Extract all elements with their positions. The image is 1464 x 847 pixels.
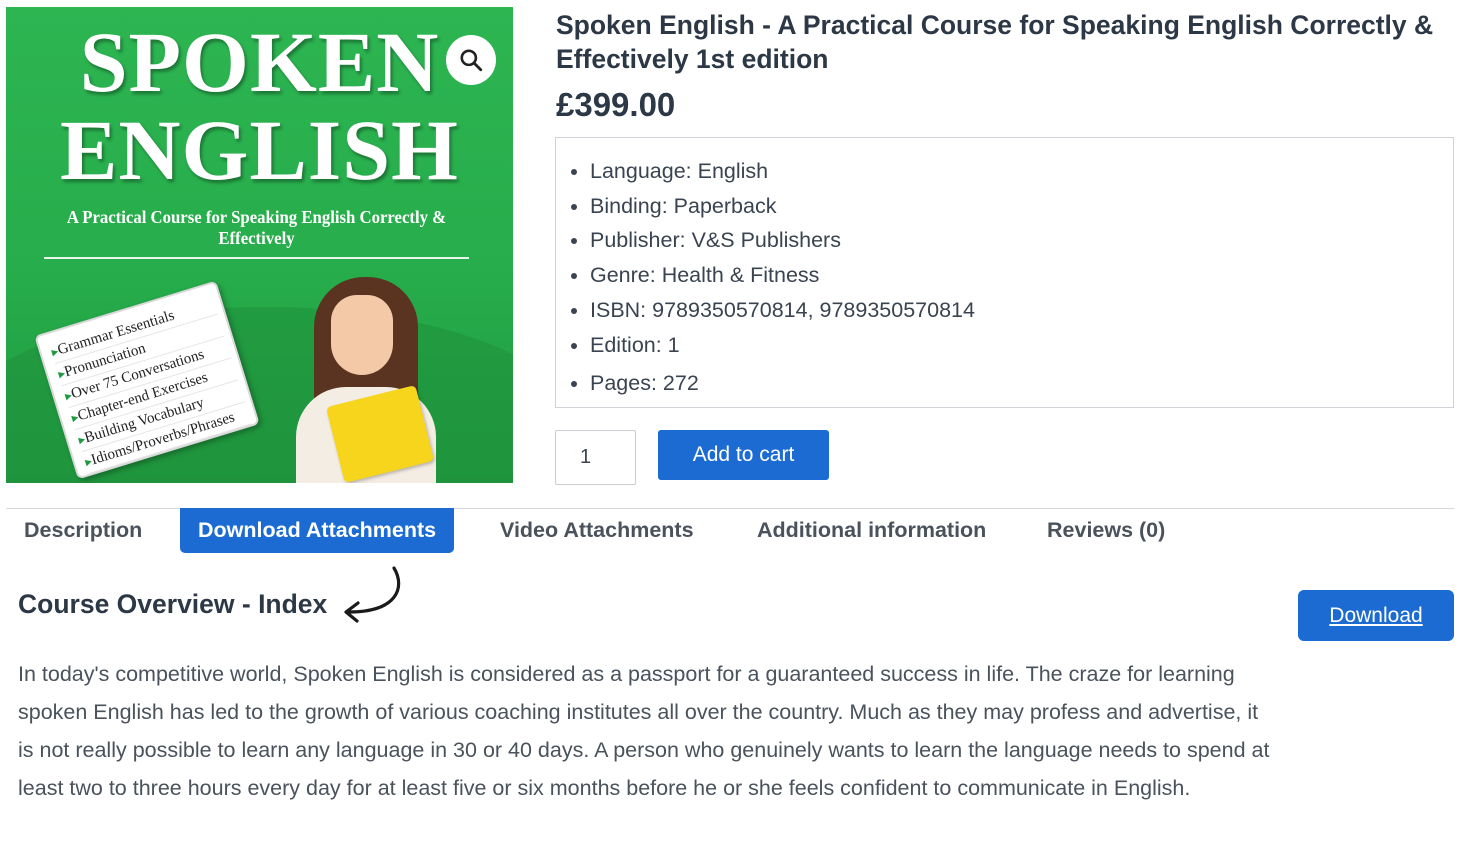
tab-video-attachments[interactable]: Video Attachments [500, 508, 694, 553]
section-heading: Course Overview - Index [18, 589, 328, 619]
cover-title-line2: ENGLISH [60, 102, 459, 198]
attribute-publisher: Publisher: V&S Publishers [571, 223, 1453, 258]
course-description: In today's competitive world, Spoken Eng… [18, 662, 1270, 800]
quantity-input[interactable] [555, 430, 636, 485]
cover-model-illustration [286, 277, 446, 483]
attribute-edition: Edition: 1 [571, 328, 1453, 363]
attribute-pages: Pages: 272 [571, 366, 1453, 401]
tab-reviews[interactable]: Reviews (0) [1047, 508, 1165, 553]
product-attributes: Language: English Binding: Paperback Pub… [555, 137, 1454, 408]
attribute-genre: Genre: Health & Fitness [571, 258, 1453, 293]
tab-description[interactable]: Description [24, 508, 142, 553]
product-price: £399.00 [556, 86, 676, 123]
product-title: Spoken English - A Practical Course for … [556, 10, 1434, 74]
download-button[interactable]: Download [1298, 590, 1454, 641]
tab-download-attachments[interactable]: Download Attachments [180, 508, 455, 553]
attribute-language: Language: English [571, 154, 1453, 189]
attribute-isbn: ISBN: 9789350570814, 9789350570814 [571, 293, 1453, 328]
product-image[interactable]: SPOKEN ENGLISH A Practical Course for Sp… [6, 7, 513, 483]
attribute-binding: Binding: Paperback [571, 189, 1453, 224]
search-icon [460, 49, 483, 72]
cover-subtitle: A Practical Course for Speaking English … [43, 207, 470, 259]
zoom-button[interactable] [446, 35, 496, 85]
cover-title-line1: SPOKEN [79, 14, 440, 110]
tab-additional-information[interactable]: Additional information [757, 508, 986, 553]
curved-arrow-icon [344, 566, 401, 623]
add-to-cart-button[interactable]: Add to cart [658, 430, 829, 480]
